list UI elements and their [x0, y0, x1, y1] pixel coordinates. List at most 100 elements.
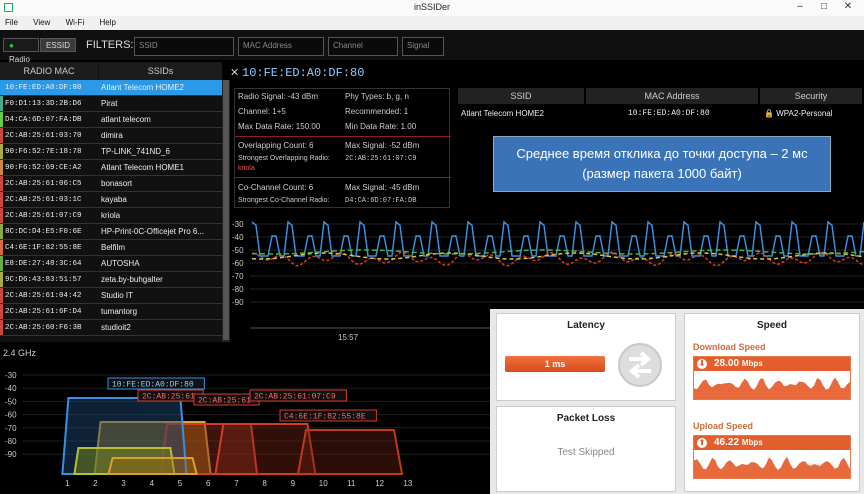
col-header-ssid[interactable]: SSIDs	[99, 62, 222, 80]
time-y-tick: -50	[232, 246, 244, 255]
network-row[interactable]: 10:FE:ED:A0:DF:80 Atlant Telecom HOME2	[0, 80, 222, 96]
signal-color-swatch	[0, 144, 3, 159]
channel-x-tick: 11	[347, 479, 356, 488]
network-row[interactable]: E8:DE:27:48:3C:64 AUTOSHA	[0, 256, 222, 272]
row-mac: F0:D1:13:3D:2B:D6	[5, 100, 82, 108]
channel-x-tick: 2	[93, 479, 98, 488]
signal-color-swatch	[0, 160, 3, 175]
row-ssid: dimira	[101, 131, 123, 140]
minimize-button[interactable]: –	[788, 0, 812, 14]
network-row[interactable]: 2C:AB:25:61:06:C5 bonasort	[0, 176, 222, 192]
channel-x-tick: 10	[319, 479, 328, 488]
channel-label: 10:FE:ED:A0:DF:80	[112, 381, 194, 390]
channel-shape-red	[296, 429, 404, 475]
th-mac[interactable]: MAC Address	[586, 88, 758, 104]
download-box: ⬇ 28.00 Mbps	[693, 356, 851, 400]
col-header-mac[interactable]: RADIO MAC	[0, 62, 98, 80]
row-mac: 90:F6:52:7E:18:78	[5, 148, 82, 156]
row-mac: 2C:AB:25:61:07:C9	[5, 212, 82, 220]
row-ssid: TP-LINK_741ND_6	[101, 147, 170, 156]
radio-toggle[interactable]: ● Radio	[3, 38, 39, 64]
network-row[interactable]: C4:6E:1F:82:55:8E Belfilm	[0, 240, 222, 256]
network-row[interactable]: 2C:AB:25:61:07:C9 kriola	[0, 208, 222, 224]
essid-toggle[interactable]: ESSID	[40, 38, 76, 52]
channel-x-tick: 13	[403, 479, 412, 488]
signal-color-swatch	[0, 112, 3, 127]
channel-y-tick: -60	[5, 411, 17, 420]
signal-color-swatch	[0, 192, 3, 207]
row-mac: 8C:DC:D4:E5:F0:6E	[5, 228, 82, 236]
menu-bar: File View Wi-Fi Help	[0, 16, 864, 30]
channel-y-tick: -50	[5, 397, 17, 406]
signal-color-swatch	[0, 272, 3, 287]
menu-file[interactable]: File	[5, 18, 18, 27]
row-mac: 2C:AB:25:60:F6:3B	[5, 324, 82, 332]
latency-card: Latency 1 ms	[496, 313, 676, 401]
time-y-tick: -60	[232, 259, 244, 268]
th-security[interactable]: Security	[760, 88, 862, 104]
network-row[interactable]: 90:F6:52:7E:18:78 TP-LINK_741ND_6	[0, 144, 222, 160]
divider	[235, 177, 451, 178]
upload-unit: Mbps	[741, 438, 763, 447]
signal-color-swatch	[0, 320, 3, 335]
time-y-tick: -40	[232, 233, 244, 242]
row-ssid: Atlant Telecom HOME2	[101, 83, 184, 92]
scrollbar-thumb[interactable]	[223, 80, 229, 340]
overlapping-max-signal: Max Signal: -52 dBm	[345, 141, 420, 150]
network-row[interactable]: F0:D1:13:3D:2B:D6 Pirat	[0, 96, 222, 112]
co-channel-max-signal: Max Signal: -45 dBm	[345, 183, 420, 192]
window-title: inSSIDer	[413, 2, 450, 12]
menu-wifi[interactable]: Wi-Fi	[66, 18, 85, 27]
close-button[interactable]: ✕	[836, 0, 860, 14]
channel-x-tick: 8	[262, 479, 267, 488]
channel-filter-input[interactable]: Channel	[328, 37, 398, 56]
row-ssid: Belfilm	[101, 243, 126, 252]
network-row[interactable]: 2C:AB:25:60:F6:3B studioit2	[0, 320, 222, 336]
toolbar: ● Radio ESSID FILTERS: SSID MAC Address …	[0, 30, 864, 64]
ap-security: 🔒 WPA2-Personal	[764, 107, 833, 121]
menu-view[interactable]: View	[33, 18, 50, 27]
th-ssid[interactable]: SSID	[458, 88, 584, 104]
recommended-channel: Recommended: 1	[345, 107, 409, 116]
radio-dot-icon: ●	[9, 41, 14, 50]
signal-color-swatch	[0, 288, 3, 303]
signal-color-swatch	[0, 224, 3, 239]
close-detail-icon[interactable]: ✕	[230, 66, 239, 79]
network-row[interactable]: 90:F6:52:69:CE:A2 Atlant Telecom HOME1	[0, 160, 222, 176]
time-y-tick: -80	[232, 285, 244, 294]
row-mac: C4:6E:1F:82:55:8E	[5, 244, 82, 252]
strongest-overlapping-ssid: kriola	[238, 165, 255, 172]
row-ssid: Atlant Telecom HOME1	[101, 163, 184, 172]
detail-title: 10:FE:ED:A0:DF:80	[242, 66, 365, 80]
network-row[interactable]: 2C:AB:25:61:6F:D4 tumantorg	[0, 304, 222, 320]
mac-filter-input[interactable]: MAC Address	[238, 37, 324, 56]
maximize-button[interactable]: □	[812, 0, 836, 14]
row-mac: 2C:AB:25:61:03:70	[5, 132, 82, 140]
network-row[interactable]: D4:CA:6D:07:FA:DB atlant telecom	[0, 112, 222, 128]
row-mac: 10:FE:ED:A0:DF:80	[5, 84, 82, 92]
network-row[interactable]: 8C:DC:D4:E5:F0:6E HP-Print-0C-Officejet P…	[0, 224, 222, 240]
row-ssid: HP-Print-0C-Officejet Pro 6...	[101, 227, 204, 236]
network-list-scrollbar[interactable]	[222, 80, 230, 342]
row-ssid: zeta.by-buhgalter	[101, 275, 163, 284]
ap-mac: 10:FE:ED:A0:DF:80	[628, 109, 710, 118]
row-mac: 2C:AB:25:61:03:1C	[5, 196, 82, 204]
max-data-rate: Max Data Rate: 150.00	[238, 122, 321, 131]
channel-label: 2C:AB:25:61:07:C9	[254, 393, 336, 402]
upload-sparkline	[694, 456, 850, 478]
row-ssid: Studio IT	[101, 291, 134, 300]
signal-color-swatch	[0, 208, 3, 223]
signal-filter-input[interactable]: Signal	[402, 37, 444, 56]
network-row[interactable]: 2C:AB:25:61:03:1C kayaba	[0, 192, 222, 208]
time-y-tick: -30	[232, 220, 244, 229]
network-row[interactable]: 9C:D6:43:83:51:57 zeta.by-buhgalter	[0, 272, 222, 288]
radio-info-box: Radio Signal: -43 dBm Phy Types: b, g, n…	[234, 88, 451, 208]
network-row[interactable]: 2C:AB:25:61:04:42 Studio IT	[0, 288, 222, 304]
upload-value: 46.22	[714, 437, 740, 448]
network-row[interactable]: 2C:AB:25:61:03:70 dimira	[0, 128, 222, 144]
overlapping-count: Overlapping Count: 6	[238, 141, 314, 150]
channel-y-tick: -70	[5, 424, 17, 433]
menu-help[interactable]: Help	[99, 18, 115, 27]
ssid-filter-input[interactable]: SSID	[134, 37, 234, 56]
detail-panel: ✕ 10:FE:ED:A0:DF:80 Radio Signal: -43 dB…	[230, 62, 864, 344]
